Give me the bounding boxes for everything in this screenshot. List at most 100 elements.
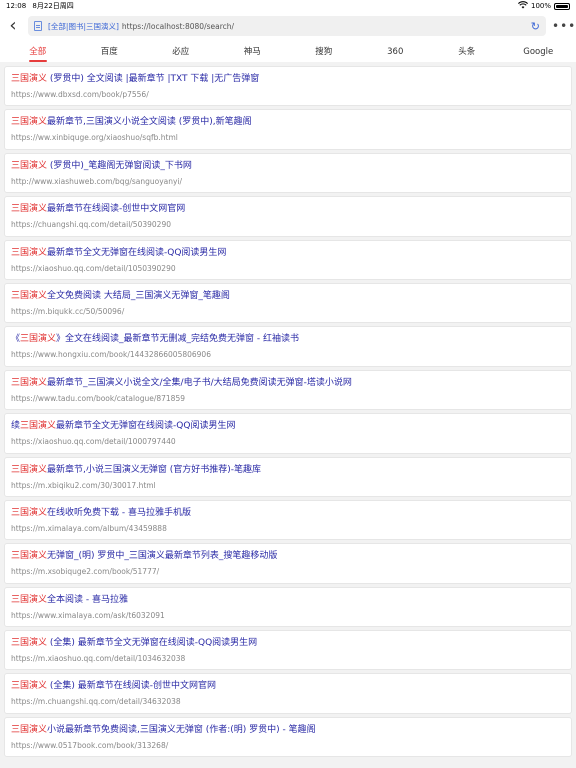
result-title[interactable]: 三国演义无弹窗_(明) 罗贯中_三国演义最新章节列表_搜笔趣移动版 xyxy=(11,550,565,562)
tab-0[interactable]: 全部 xyxy=(2,45,74,62)
wifi-icon xyxy=(517,1,528,11)
result-card[interactable]: 三国演义最新章节,三国演义小说全文阅读 (罗贯中),新笔趣阁 https://ww… xyxy=(4,109,572,150)
url-tag: [全部|图书|三国演义] xyxy=(48,21,119,31)
result-url: https://m.chuangshi.qq.com/detail/346320… xyxy=(11,697,181,707)
highlight-text: 三国演义 xyxy=(20,334,57,345)
result-title[interactable]: 《三国演义》全文在线阅读_最新章节无删减_完结免费无弹窗 - 红袖读书 xyxy=(11,333,565,345)
highlight-text: 三国演义 xyxy=(11,74,48,84)
result-title[interactable]: 三国演义 (全集) 最新章节全文无弹窗在线阅读-QQ阅读男生网 xyxy=(11,637,565,649)
result-title[interactable]: 续三国演义最新章节全文无弹窗在线阅读-QQ阅读男生网 xyxy=(11,420,565,432)
highlight-text: 三国演义 xyxy=(11,724,48,735)
result-title[interactable]: 三国演义 (罗贯中) 全文阅读 |最新章节 |TXT 下载 |无广告弹窗 xyxy=(11,73,565,85)
result-card[interactable]: 三国演义 (罗贯中) 全文阅读 |最新章节 |TXT 下载 |无广告弹窗 http… xyxy=(4,66,572,107)
highlight-text: 三国演义 xyxy=(11,507,48,518)
title-text: 最新章节,小说三国演义无弹窗 (官方好书推荐)-笔趣库 xyxy=(47,464,262,475)
title-text: (罗贯中) 全文阅读 |最新章节 |TXT 下载 |无广告弹窗 xyxy=(47,74,260,84)
tab-3[interactable]: 神马 xyxy=(217,45,289,62)
address-bar-row: ‹ [全部|图书|三国演义] https://localhost:8080/se… xyxy=(0,12,576,40)
result-title[interactable]: 三国演义小说最新章节免费阅读,三国演义无弹窗 (作者:(明) 罗贯中) - 笔趣… xyxy=(11,724,565,736)
title-text: 最新章节全文无弹窗在线阅读-QQ阅读男生网 xyxy=(47,247,227,258)
result-card[interactable]: 三国演义小说最新章节免费阅读,三国演义无弹窗 (作者:(明) 罗贯中) - 笔趣… xyxy=(4,716,572,758)
highlight-text: 三国演义 xyxy=(11,638,48,649)
result-card[interactable]: 三国演义最新章节全文无弹窗在线阅读-QQ阅读男生网 https://xiaoshu… xyxy=(4,239,572,280)
title-text: 最新章节在线阅读-创世中文网官网 xyxy=(47,204,186,215)
result-card[interactable]: 三国演义 (罗贯中)_笔趣阁无弹窗阅读_下书网 http://www.xiashu… xyxy=(4,152,572,194)
title-text: 最新章节,三国演义小说全文阅读 (罗贯中),新笔趣阁 xyxy=(47,117,252,128)
result-url: https://www.0517book.com/book/313268/ xyxy=(11,740,169,750)
title-text: (全集) 最新章节在线阅读-创世中文网官网 xyxy=(47,681,217,692)
tab-4[interactable]: 搜狗 xyxy=(288,45,360,62)
url-input[interactable]: [全部|图书|三国演义] https://localhost:8080/sear… xyxy=(28,16,546,36)
highlight-text: 三国演义 xyxy=(20,421,57,432)
result-card[interactable]: 续三国演义最新章节全文无弹窗在线阅读-QQ阅读男生网 https://xiaosh… xyxy=(4,413,572,454)
result-url: https://xiaoshuo.qq.com/detail/100079744… xyxy=(11,437,176,447)
tab-2[interactable]: 必应 xyxy=(145,45,217,62)
title-text: 续 xyxy=(11,421,21,432)
more-icon[interactable]: ••• xyxy=(552,19,575,33)
result-url: https://www.tadu.com/book/catalogue/8718… xyxy=(11,393,185,403)
result-card[interactable]: 三国演义无弹窗_(明) 罗贯中_三国演义最新章节列表_搜笔趣移动版 https:/… xyxy=(4,543,572,584)
title-text: 最新章节_三国演义小说全文/全集/电子书/大结局免费阅读无弹窗-塔读小说网 xyxy=(47,377,352,388)
result-title[interactable]: 三国演义最新章节在线阅读-创世中文网官网 xyxy=(11,203,565,215)
highlight-text: 三国演义 xyxy=(11,551,48,562)
result-url: https://www.dbxsd.com/book/p7556/ xyxy=(11,90,149,99)
result-url: https://m.xsobiquge2.com/book/51777/ xyxy=(11,567,160,577)
tab-7[interactable]: Google xyxy=(503,47,575,62)
result-url: https://m.xbiqiku2.com/30/30017.html xyxy=(11,480,156,490)
back-icon[interactable]: ‹ xyxy=(6,12,20,40)
status-time: 12:08 xyxy=(6,2,27,10)
status-bar: 12:08 8月22日周四 100% xyxy=(0,0,576,12)
document-icon xyxy=(34,21,42,31)
result-url: https://www.ximalaya.com/ask/t6032091 xyxy=(11,610,165,620)
result-url: https://ww.xinbiquge.org/xiaoshuo/sqfb.h… xyxy=(11,133,178,143)
title-text: 全文免费阅读 大结局_三国演义无弹窗_笔趣阁 xyxy=(47,290,230,301)
title-text: 》全文在线阅读_最新章节无删减_完结免费无弹窗 - 红袖读书 xyxy=(56,334,300,345)
title-text: 全本阅读 - 喜马拉雅 xyxy=(47,594,128,605)
tab-6[interactable]: 头条 xyxy=(431,45,503,62)
result-title[interactable]: 三国演义全文免费阅读 大结局_三国演义无弹窗_笔趣阁 xyxy=(11,290,565,302)
highlight-text: 三国演义 xyxy=(11,464,48,475)
search-engine-tabs: 全部 百度 必应 神马 搜狗 360 头条 Google xyxy=(0,40,576,62)
result-card[interactable]: 三国演义 (全集) 最新章节全文无弹窗在线阅读-QQ阅读男生网 https://m… xyxy=(4,630,572,671)
title-text: 在线收听免费下载 - 喜马拉雅手机版 xyxy=(47,507,191,518)
reload-icon[interactable]: ↻ xyxy=(531,20,540,33)
url-text: https://localhost:8080/search/ xyxy=(121,21,235,31)
title-text: (全集) 最新章节全文无弹窗在线阅读-QQ阅读男生网 xyxy=(47,638,258,649)
title-text: 最新章节全文无弹窗在线阅读-QQ阅读男生网 xyxy=(56,421,236,432)
highlight-text: 三国演义 xyxy=(11,681,48,692)
result-title[interactable]: 三国演义最新章节,三国演义小说全文阅读 (罗贯中),新笔趣阁 xyxy=(11,116,565,128)
highlight-text: 三国演义 xyxy=(11,204,48,215)
result-url: https://m.ximalaya.com/album/43459888 xyxy=(11,523,167,533)
result-url: http://www.xiashuweb.com/bqg/sanguoyanyi… xyxy=(11,176,183,186)
result-title[interactable]: 三国演义最新章节,小说三国演义无弹窗 (官方好书推荐)-笔趣库 xyxy=(11,464,565,476)
status-date: 8月22日周四 xyxy=(32,2,74,10)
result-title[interactable]: 三国演义最新章节_三国演义小说全文/全集/电子书/大结局免费阅读无弹窗-塔读小说… xyxy=(11,377,565,389)
title-text: 无弹窗_(明) 罗贯中_三国演义最新章节列表_搜笔趣移动版 xyxy=(47,551,278,562)
title-text: (罗贯中)_笔趣阁无弹窗阅读_下书网 xyxy=(47,160,192,171)
result-card[interactable]: 三国演义全本阅读 - 喜马拉雅 https://www.ximalaya.com/… xyxy=(4,586,572,628)
tab-5[interactable]: 360 xyxy=(360,47,432,62)
result-title[interactable]: 三国演义 (罗贯中)_笔趣阁无弹窗阅读_下书网 xyxy=(11,160,565,172)
result-url: https://m.xiaoshuo.qq.com/detail/1034632… xyxy=(11,654,186,664)
result-card[interactable]: 三国演义最新章节_三国演义小说全文/全集/电子书/大结局免费阅读无弹窗-塔读小说… xyxy=(4,369,572,411)
highlight-text: 三国演义 xyxy=(11,377,48,388)
result-card[interactable]: 三国演义全文免费阅读 大结局_三国演义无弹窗_笔趣阁 https://m.biqu… xyxy=(4,282,572,324)
result-card[interactable]: 《三国演义》全文在线阅读_最新章节无删减_完结免费无弹窗 - 红袖读书 https… xyxy=(4,326,572,367)
result-title[interactable]: 三国演义最新章节全文无弹窗在线阅读-QQ阅读男生网 xyxy=(11,247,565,259)
result-title[interactable]: 三国演义全本阅读 - 喜马拉雅 xyxy=(11,594,565,606)
result-card[interactable]: 三国演义在线收听免费下载 - 喜马拉雅手机版 https://m.ximalaya… xyxy=(4,499,572,541)
result-url: https://xiaoshuo.qq.com/detail/105039029… xyxy=(11,263,176,273)
results-list: 三国演义 (罗贯中) 全文阅读 |最新章节 |TXT 下载 |无广告弹窗 http… xyxy=(0,62,576,758)
result-card[interactable]: 三国演义 (全集) 最新章节在线阅读-创世中文网官网 https://m.chua… xyxy=(4,673,572,714)
result-card[interactable]: 三国演义最新章节,小说三国演义无弹窗 (官方好书推荐)-笔趣库 https://m… xyxy=(4,456,572,497)
result-title[interactable]: 三国演义 (全集) 最新章节在线阅读-创世中文网官网 xyxy=(11,680,565,692)
tab-1[interactable]: 百度 xyxy=(74,45,146,62)
result-card[interactable]: 三国演义最新章节在线阅读-创世中文网官网 https://chuangshi.qq… xyxy=(4,196,572,237)
highlight-text: 三国演义 xyxy=(11,594,48,605)
highlight-text: 三国演义 xyxy=(11,117,48,128)
result-url: https://chuangshi.qq.com/detail/50390290 xyxy=(11,220,171,230)
result-title[interactable]: 三国演义在线收听免费下载 - 喜马拉雅手机版 xyxy=(11,507,565,519)
title-text: 小说最新章节免费阅读,三国演义无弹窗 (作者:(明) 罗贯中) - 笔趣阁 xyxy=(47,724,316,735)
highlight-text: 三国演义 xyxy=(11,290,48,301)
title-text: 《 xyxy=(11,334,21,345)
